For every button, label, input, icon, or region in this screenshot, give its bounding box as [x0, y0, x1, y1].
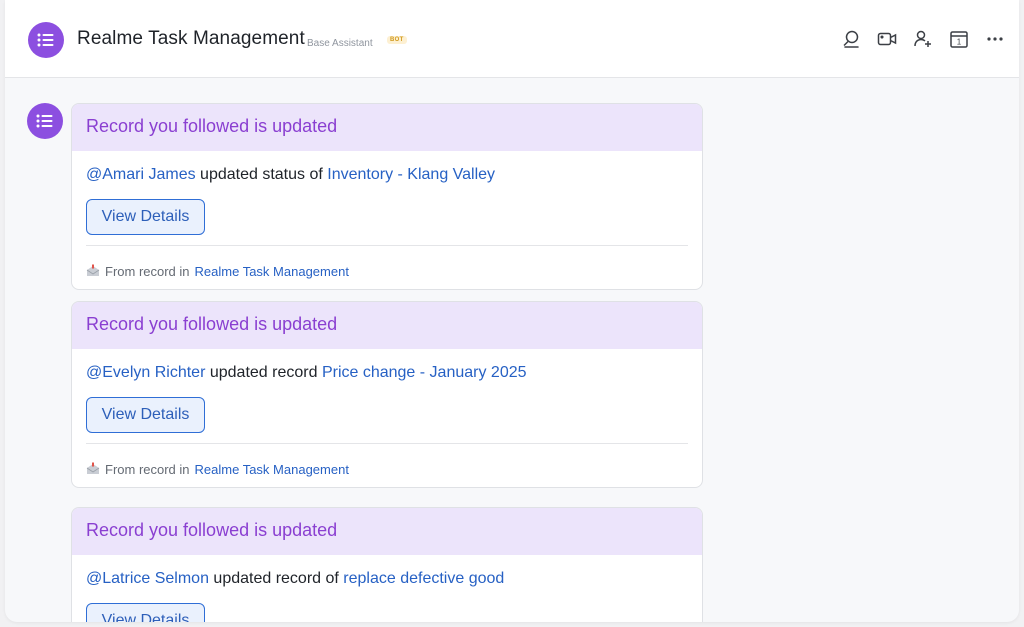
list-icon	[37, 33, 54, 47]
card-text: @Evelyn Richter updated record Price cha…	[86, 363, 688, 383]
card-footer: From record in Realme Task Management	[86, 444, 688, 480]
more-icon[interactable]	[985, 29, 1005, 49]
footer-text: From record in	[105, 263, 190, 279]
view-details-button[interactable]: View Details	[86, 603, 205, 622]
calendar-icon[interactable]: 1	[949, 29, 969, 49]
inbox-tray-icon	[86, 264, 100, 276]
card-title: Record you followed is updated	[72, 104, 702, 151]
card-text: @Amari James updated status of Inventory…	[86, 165, 688, 185]
list-icon	[36, 114, 53, 128]
add-member-icon[interactable]	[913, 29, 933, 49]
inbox-tray-icon	[86, 462, 100, 474]
notification-card: Record you followed is updated @Evelyn R…	[71, 301, 703, 488]
user-mention[interactable]: @Amari James	[86, 166, 196, 183]
sender-avatar[interactable]	[27, 103, 63, 139]
video-call-icon[interactable]	[877, 29, 897, 49]
view-details-button[interactable]: View Details	[86, 397, 205, 433]
chat-header: Realme Task Management Base Assistant BO…	[5, 0, 1019, 78]
chat-subtitle: Base Assistant	[307, 38, 373, 49]
action-text: updated status of	[200, 166, 323, 183]
view-details-button[interactable]: View Details	[86, 199, 205, 235]
header-actions: 1	[841, 29, 1005, 49]
svg-text:1: 1	[957, 38, 962, 47]
card-title: Record you followed is updated	[72, 302, 702, 349]
bot-avatar[interactable]	[28, 22, 64, 58]
search-chat-icon[interactable]	[841, 29, 861, 49]
footer-base-link[interactable]: Realme Task Management	[195, 264, 349, 279]
notification-card: Record you followed is updated @Latrice …	[71, 507, 703, 622]
action-text: updated record	[209, 364, 318, 381]
action-text: updated record of	[213, 570, 339, 587]
record-link[interactable]: Inventory - Klang Valley	[327, 166, 495, 183]
footer-text: From record in	[105, 461, 190, 477]
record-link[interactable]: Price change - January 2025	[322, 364, 527, 381]
notification-card: Record you followed is updated @Amari Ja…	[71, 103, 703, 290]
card-text: @Latrice Selmon updated record of replac…	[86, 569, 688, 589]
card-title: Record you followed is updated	[72, 508, 702, 555]
footer-base-link[interactable]: Realme Task Management	[195, 462, 349, 477]
user-mention[interactable]: @Evelyn Richter	[86, 364, 205, 381]
chat-window: Realme Task Management Base Assistant BO…	[5, 0, 1019, 622]
user-mention[interactable]: @Latrice Selmon	[86, 570, 209, 587]
chat-title: Realme Task Management	[77, 28, 305, 49]
bot-badge: BOT	[387, 36, 407, 44]
record-link[interactable]: replace defective good	[343, 570, 504, 587]
card-footer: From record in Realme Task Management	[86, 246, 688, 282]
